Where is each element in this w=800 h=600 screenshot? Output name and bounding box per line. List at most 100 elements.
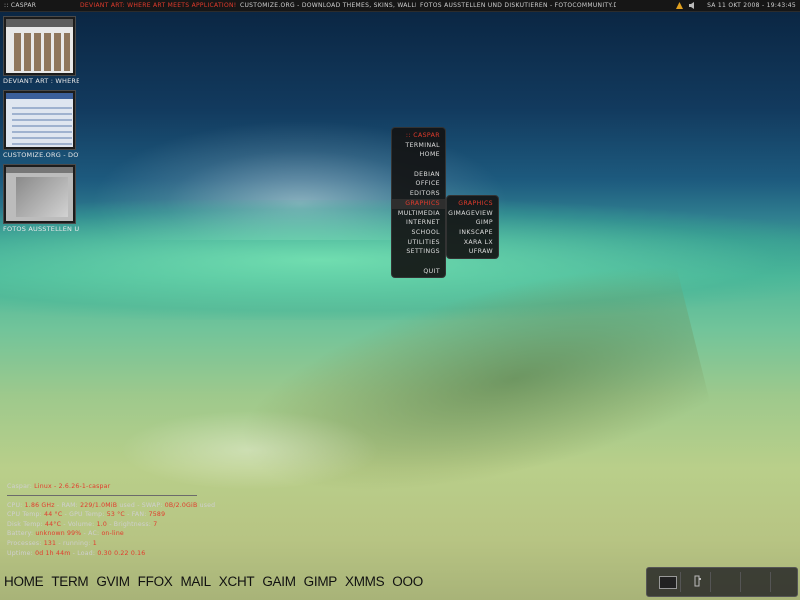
menu-item-terminal[interactable]: TERMINAL	[392, 141, 445, 151]
top-taskbar: :: CASPAR DEVIANT ART: WHERE ART MEETS A…	[0, 0, 800, 12]
window-thumbnail-label: CUSTOMIZE.ORG - DOWNLO	[3, 151, 79, 159]
processes-label: Processes:	[7, 539, 42, 547]
submenu-item-gimp[interactable]: GIMP	[447, 218, 498, 228]
wallpaper-foam	[120, 410, 380, 490]
launcher-term[interactable]: TERM	[51, 572, 88, 592]
submenu-item-ufraw[interactable]: UFRAW	[447, 247, 498, 257]
menu-separator	[392, 257, 445, 267]
brightness-value: 7	[153, 520, 158, 528]
window-pager: DEVIANT ART : WHERE ART CUSTOMIZE.ORG - …	[3, 16, 79, 238]
menu-item-utilities[interactable]: UTILITIES	[392, 238, 445, 248]
load-value: 0.30 0.22 0.16	[97, 549, 146, 557]
menu-item-home[interactable]: HOME	[392, 150, 445, 160]
monitor-battery-line: Battery: unknown 99% - AC: on-line	[7, 529, 217, 539]
gpu-temp-value: 53 °C	[106, 511, 125, 519]
dock-slot[interactable]	[655, 572, 681, 592]
cpu-temp-value: 44 °C	[44, 511, 63, 519]
uptime-value: 0d 1h 44m	[35, 549, 71, 557]
battery-label: Battery:	[7, 530, 34, 538]
menu-item-editors[interactable]: EDITORS	[392, 189, 445, 199]
launcher-home[interactable]: HOME	[4, 572, 44, 592]
task-caspar[interactable]: :: CASPAR	[0, 0, 76, 12]
desktop-screen-icon	[658, 575, 677, 589]
system-tray: SA 11 OKT 2008 - 19:43:45	[675, 0, 800, 12]
app-launcher: HOME TERM GVIM FFOX MAIL XCHT GAIM GIMP …	[4, 572, 423, 592]
swap-label: used - SWAP:	[119, 501, 163, 509]
cpu-value: 1.86 GHz	[24, 501, 55, 509]
task-deviantart[interactable]: DEVIANT ART: WHERE ART MEETS APPLICATION…	[76, 0, 236, 12]
submenu-item-xara-lx[interactable]: XARA LX	[447, 238, 498, 248]
ram-label: - RAM:	[56, 501, 78, 509]
graphics-submenu: GRAPHICS GIMAGEVIEW GIMP INKSCAPE XARA L…	[446, 195, 499, 259]
task-customize[interactable]: CUSTOMIZE.ORG - DOWNLOAD THEMES, SKINS, …	[236, 0, 416, 12]
clock[interactable]: SA 11 OKT 2008 - 19:43:45	[707, 0, 796, 12]
dock-panel	[646, 567, 798, 597]
network-icon[interactable]	[675, 1, 684, 10]
launcher-xmms[interactable]: XMMS	[345, 572, 385, 592]
menu-separator	[392, 160, 445, 170]
menu-item-office[interactable]: OFFICE	[392, 179, 445, 189]
cpu-label: CPU:	[7, 501, 23, 509]
monitor-process-line: Processes: 131 - running: 1	[7, 539, 217, 549]
ac-label: - AC:	[83, 530, 100, 538]
window-thumbnail[interactable]	[3, 16, 76, 76]
brightness-label: - Brightness:	[109, 520, 152, 528]
load-label: - Load:	[72, 549, 96, 557]
running-label: - running:	[58, 539, 91, 547]
window-thumbnail-label: FOTOS AUSSTELLEN UND D	[3, 225, 79, 233]
launcher-mail[interactable]: MAIL	[180, 572, 211, 592]
launcher-ffox[interactable]: FFOX	[138, 572, 173, 592]
menu-item-multimedia[interactable]: MULTIMEDIA	[392, 209, 445, 219]
app-icon	[693, 575, 703, 590]
fan-label: - FAN:	[127, 511, 147, 519]
submenu-item-gimageview[interactable]: GIMAGEVIEW	[447, 209, 498, 219]
monitor-divider	[7, 494, 197, 496]
menu-item-quit[interactable]: QUIT	[392, 267, 445, 277]
host-label: Caspar:	[7, 483, 32, 490]
dock-slot[interactable]	[745, 572, 771, 592]
cpu-temp-label: CPU Temp:	[7, 511, 42, 519]
running-value: 1	[92, 539, 97, 547]
menu-item-school[interactable]: SCHOOL	[392, 228, 445, 238]
system-monitor: Caspar: Linux - 2.6.26-1-caspar CPU: 1.8…	[7, 482, 217, 558]
dock-slot[interactable]	[715, 572, 741, 592]
volume-label: - Volume:	[63, 520, 95, 528]
launcher-gaim[interactable]: GAIM	[262, 572, 296, 592]
volume-icon[interactable]	[688, 1, 697, 10]
menu-item-internet[interactable]: INTERNET	[392, 218, 445, 228]
window-thumbnail[interactable]	[3, 90, 76, 150]
gpu-temp-label: - GPU Temp:	[64, 511, 105, 519]
window-thumbnail[interactable]	[3, 164, 76, 224]
submenu-title: GRAPHICS	[458, 200, 493, 207]
root-menu: :: CASPAR TERMINAL HOME DEBIAN OFFICE ED…	[391, 127, 446, 278]
menu-title: :: CASPAR	[405, 132, 440, 139]
launcher-xcht[interactable]: XCHT	[219, 572, 255, 592]
swap-suffix: used	[199, 501, 216, 509]
battery-value: unknown 99%	[35, 530, 82, 538]
monitor-temp-line: CPU Temp: 44 °C - GPU Temp: 53 °C - FAN:…	[7, 510, 217, 520]
disk-temp-label: Disk Temp:	[7, 520, 43, 528]
monitor-cpu-line: CPU: 1.86 GHz - RAM: 229/1.0MiB used - S…	[7, 501, 217, 511]
menu-item-debian[interactable]: DEBIAN	[392, 170, 445, 180]
monitor-uptime-line: Uptime: 0d 1h 44m - Load: 0.30 0.22 0.16	[7, 549, 217, 559]
menu-item-graphics[interactable]: GRAPHICS	[392, 198, 445, 209]
window-thumbnail-label: DEVIANT ART : WHERE ART	[3, 77, 79, 85]
launcher-ooo[interactable]: OOO	[392, 572, 423, 592]
ac-value: on-line	[101, 530, 124, 538]
swap-value: 0B/2.0GiB	[164, 501, 198, 509]
volume-value: 1.0	[96, 520, 108, 528]
fan-value: 7589	[148, 511, 166, 519]
menu-item-settings[interactable]: SETTINGS	[392, 247, 445, 257]
monitor-host-line: Caspar: Linux - 2.6.26-1-caspar	[7, 482, 217, 492]
ram-value: 229/1.0MiB	[80, 501, 118, 509]
dock-slot[interactable]	[685, 572, 711, 592]
submenu-item-inkscape[interactable]: INKSCAPE	[447, 228, 498, 238]
monitor-disk-line: Disk Temp: 44°C - Volume: 1.0 - Brightne…	[7, 520, 217, 530]
processes-value: 131	[43, 539, 57, 547]
kernel-value: Linux - 2.6.26-1-caspar	[34, 483, 111, 490]
disk-temp-value: 44°C	[45, 520, 62, 528]
launcher-gvim[interactable]: GVIM	[96, 572, 130, 592]
launcher-gimp[interactable]: GIMP	[304, 572, 338, 592]
uptime-label: Uptime:	[7, 549, 33, 557]
task-fotocommunity[interactable]: FOTOS AUSSTELLEN UND DISKUTIEREN - FOTOC…	[416, 0, 616, 12]
